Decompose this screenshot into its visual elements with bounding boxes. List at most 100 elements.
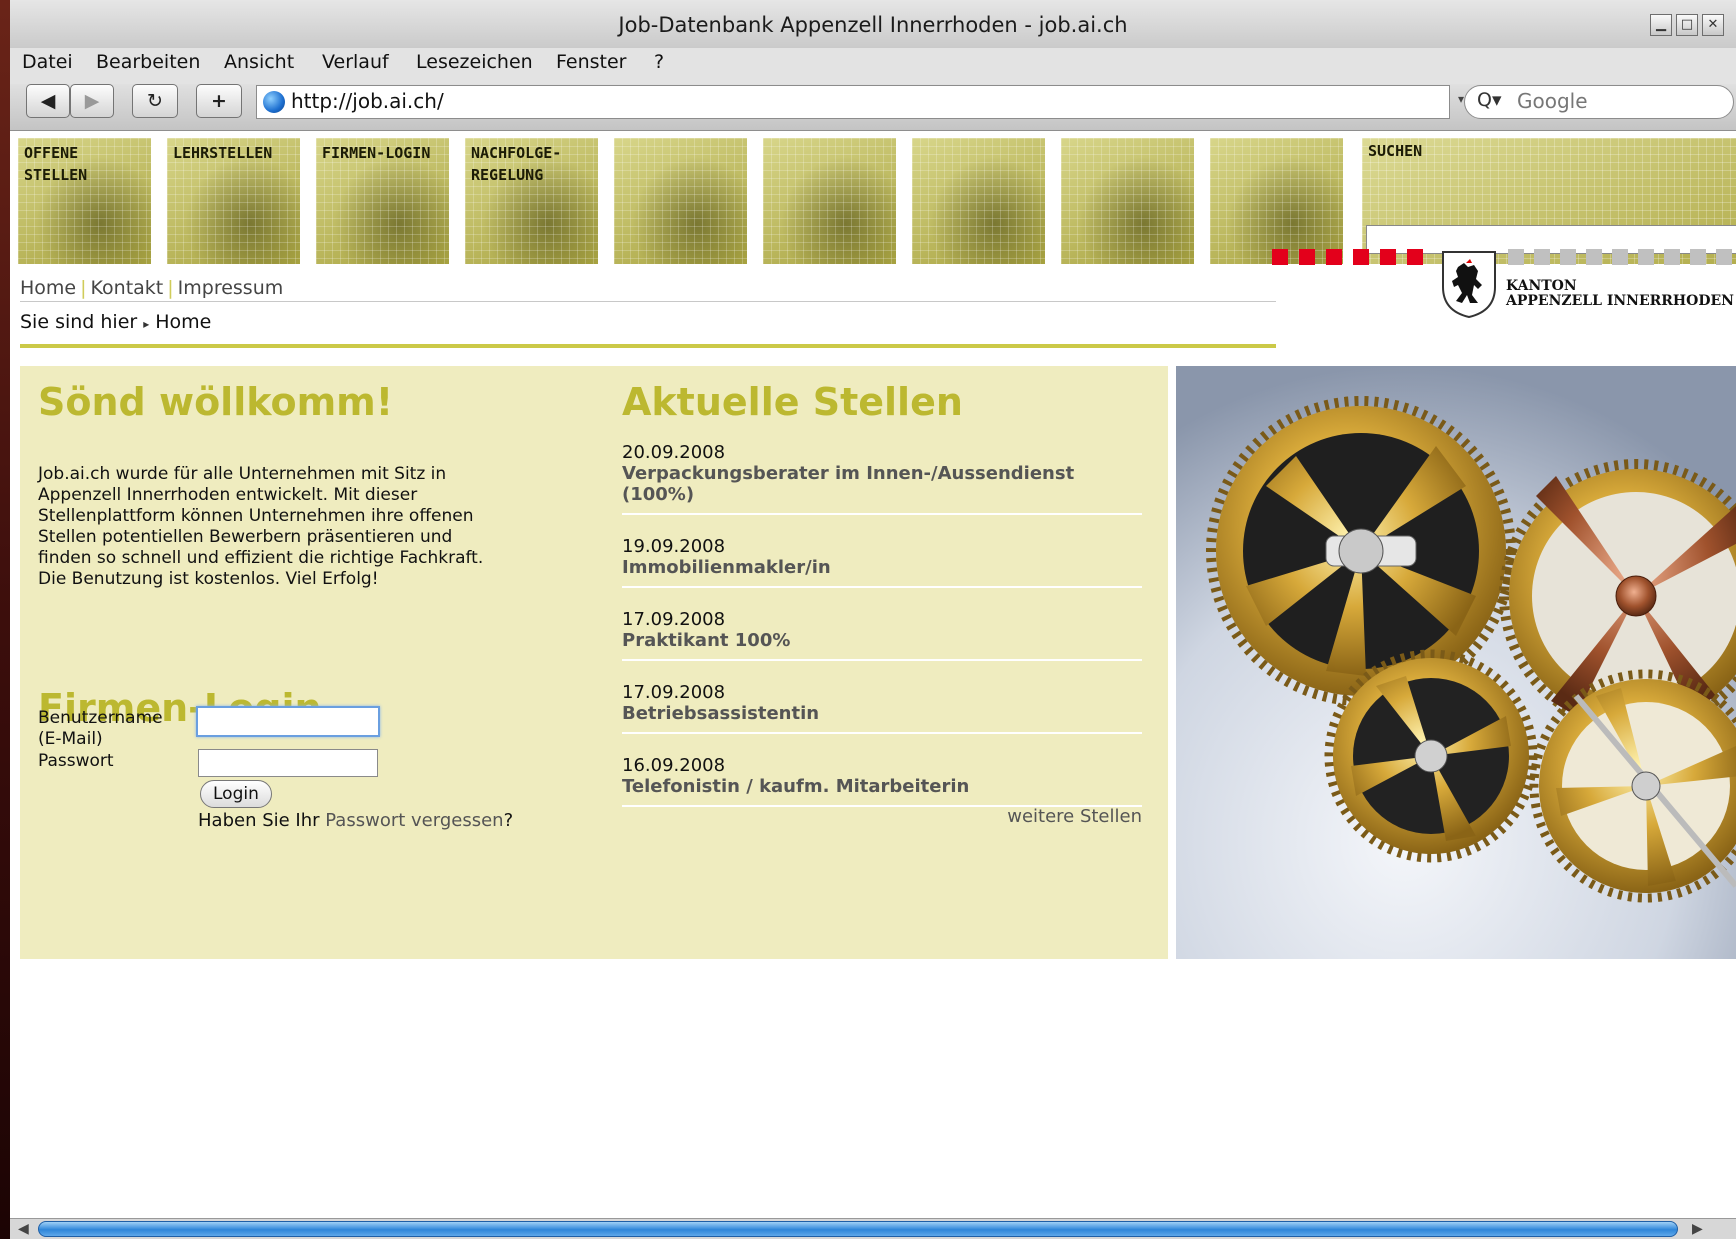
- site-search-label: SUCHEN: [1368, 142, 1423, 160]
- welcome-line: Stellenplattform können Unternehmen ihre…: [38, 506, 474, 526]
- username-field[interactable]: [196, 706, 380, 737]
- job-date: 17.09.2008: [622, 682, 726, 703]
- canton-name: KANTON APPENZELL INNERRHODEN: [1506, 279, 1734, 309]
- header-photo-tile: [912, 138, 1045, 264]
- back-button[interactable]: ◀: [26, 84, 70, 118]
- appenzell-bear-crest-icon: [1440, 249, 1498, 319]
- nav-label: FIRMEN-LOGIN: [322, 144, 431, 162]
- menu-bearbeiten[interactable]: Bearbeiten: [96, 51, 200, 73]
- browser-toolbar: ◀ ▶ ↻ + http://job.ai.ch/ ▾ Q▾ Google: [10, 84, 1736, 131]
- header-photo-tile: [763, 138, 896, 264]
- menu-fenster[interactable]: Fenster: [556, 51, 626, 73]
- job-title[interactable]: Immobilienmakler/in: [622, 557, 1142, 578]
- forgot-prefix: Haben Sie Ihr: [198, 810, 326, 831]
- job-item[interactable]: 17.09.2008 Betriebsassistentin: [622, 682, 1142, 734]
- nav-label: LEHRSTELLEN: [173, 144, 273, 162]
- browser-window: Job-Datenbank Appenzell Innerrhoden - jo…: [0, 0, 1736, 1239]
- more-jobs-link[interactable]: weitere Stellen: [622, 806, 1142, 827]
- maximize-icon[interactable]: □: [1676, 14, 1698, 36]
- menu-datei[interactable]: Datei: [22, 51, 73, 73]
- divider-accent: [20, 344, 1276, 348]
- breadcrumb-current: Home: [155, 311, 212, 333]
- meta-links: Home | Kontakt | Impressum: [20, 277, 283, 299]
- link-home[interactable]: Home: [20, 277, 76, 299]
- welcome-line: Stellen potentiellen Bewerbern präsentie…: [38, 527, 453, 547]
- password-label: Passwort: [38, 751, 114, 771]
- page-content: OFFENE STELLEN LEHRSTELLEN FIRMEN-LOGIN …: [10, 131, 1736, 1218]
- new-tab-button[interactable]: +: [196, 84, 242, 118]
- nav-nachfolgeregelung[interactable]: NACHFOLGE- REGELUNG: [465, 138, 598, 264]
- canton-line-1: KANTON: [1506, 278, 1577, 294]
- menu-help[interactable]: ?: [654, 51, 664, 73]
- welcome-heading: Sönd wöllkomm!: [38, 380, 394, 424]
- header-photo-tile: [614, 138, 747, 264]
- desktop-edge: [0, 0, 10, 1239]
- job-item[interactable]: 19.09.2008 Immobilienmakler/in: [622, 536, 1142, 588]
- menu-bar: Datei Bearbeiten Ansicht Verlauf Lesezei…: [10, 48, 1736, 84]
- scroll-right-icon[interactable]: ▶: [1692, 1221, 1703, 1237]
- site-search-panel: SUCHEN: [1362, 138, 1736, 264]
- globe-icon: [263, 91, 285, 113]
- gears-image: [1176, 366, 1736, 959]
- address-bar[interactable]: http://job.ai.ch/: [256, 85, 1450, 119]
- job-date: 20.09.2008: [622, 442, 726, 463]
- link-kontakt[interactable]: Kontakt: [91, 277, 164, 299]
- job-item[interactable]: 20.09.2008 Verpackungsberater im Innen-/…: [622, 442, 1142, 515]
- plus-icon: +: [211, 90, 227, 112]
- menu-ansicht[interactable]: Ansicht: [224, 51, 294, 73]
- menu-lesezeichen[interactable]: Lesezeichen: [416, 51, 533, 73]
- job-list: 20.09.2008 Verpackungsberater im Innen-/…: [622, 442, 1142, 828]
- username-label-line: (E-Mail): [38, 729, 103, 749]
- link-separator: |: [167, 277, 174, 299]
- reload-button[interactable]: ↻: [132, 84, 178, 118]
- search-icon[interactable]: Q▾: [1477, 89, 1502, 111]
- job-title[interactable]: Betriebsassistentin: [622, 703, 1142, 724]
- nav-label: NACHFOLGE- REGELUNG: [471, 144, 562, 184]
- job-title[interactable]: Praktikant 100%: [622, 630, 1142, 651]
- breadcrumb-arrow-icon: ▸: [143, 317, 150, 331]
- job-item[interactable]: 16.09.2008 Telefonistin / kaufm. Mitarbe…: [622, 755, 1142, 807]
- menu-verlauf[interactable]: Verlauf: [322, 51, 389, 73]
- job-title[interactable]: Telefonistin / kaufm. Mitarbeiterin: [622, 776, 1142, 797]
- reload-icon: ↻: [147, 90, 163, 112]
- close-icon[interactable]: ✕: [1702, 14, 1724, 36]
- breadcrumb: Sie sind hier ▸ Home: [20, 311, 211, 333]
- search-placeholder: Google: [1517, 89, 1588, 113]
- divider: [20, 301, 1276, 302]
- forgot-password-link[interactable]: Passwort vergessen: [325, 810, 503, 831]
- address-url: http://job.ai.ch/: [291, 89, 444, 113]
- password-field[interactable]: [198, 749, 378, 777]
- header-photo-tile: [1210, 138, 1343, 264]
- browser-search-input[interactable]: Q▾ Google: [1464, 85, 1734, 119]
- canton-line-2: APPENZELL INNERRHODEN: [1506, 293, 1734, 309]
- username-label-line: Benutzername: [38, 708, 163, 728]
- nav-lehrstellen[interactable]: LEHRSTELLEN: [167, 138, 300, 264]
- header-photo-tile: [1061, 138, 1194, 264]
- job-item[interactable]: 17.09.2008 Praktikant 100%: [622, 609, 1142, 661]
- scrollbar-thumb[interactable]: [38, 1221, 1678, 1237]
- main-panel: Sönd wöllkomm! Job.ai.ch wurde für alle …: [20, 366, 1168, 959]
- welcome-line: Job.ai.ch wurde für alle Unternehmen mit…: [38, 464, 447, 484]
- forward-button[interactable]: ▶: [70, 84, 114, 118]
- job-date: 16.09.2008: [622, 755, 726, 776]
- nav-firmen-login[interactable]: FIRMEN-LOGIN: [316, 138, 449, 264]
- forgot-password: Haben Sie Ihr Passwort vergessen?: [198, 810, 513, 831]
- scroll-left-icon[interactable]: ◀: [18, 1221, 29, 1237]
- job-title[interactable]: Verpackungsberater im Innen-/Aussendiens…: [622, 463, 1142, 505]
- job-date: 17.09.2008: [622, 609, 726, 630]
- horizontal-scrollbar[interactable]: ◀ ▶: [10, 1218, 1736, 1239]
- username-label: Benutzername (E-Mail): [38, 708, 163, 750]
- link-impressum[interactable]: Impressum: [178, 277, 284, 299]
- back-arrow-icon: ◀: [40, 90, 56, 112]
- minimize-icon[interactable]: ▁: [1650, 14, 1672, 36]
- forward-arrow-icon: ▶: [84, 90, 100, 112]
- breadcrumb-prefix: Sie sind hier: [20, 311, 138, 333]
- welcome-line: Die Benutzung ist kostenlos. Viel Erfolg…: [38, 569, 379, 589]
- nav-label: OFFENE STELLEN: [24, 144, 88, 184]
- title-bar: Job-Datenbank Appenzell Innerrhoden - jo…: [10, 0, 1736, 50]
- job-date: 19.09.2008: [622, 536, 726, 557]
- welcome-text: Job.ai.ch wurde für alle Unternehmen mit…: [38, 464, 558, 590]
- nav-offene-stellen[interactable]: OFFENE STELLEN: [18, 138, 151, 264]
- welcome-line: Appenzell Innerrhoden entwickelt. Mit di…: [38, 485, 418, 505]
- login-button[interactable]: Login: [200, 780, 272, 808]
